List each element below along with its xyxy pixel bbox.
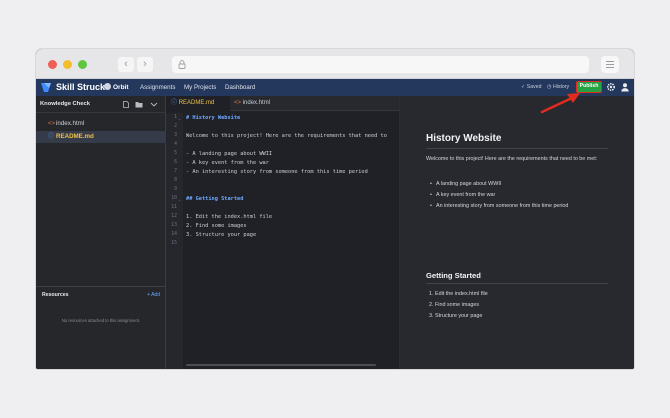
preview-step: 3. Structure your page	[429, 313, 483, 319]
preview-step: 1. Edit the index.html file	[429, 291, 488, 297]
info-icon: ⓘ	[48, 134, 55, 140]
tab-label: README.md	[178, 100, 215, 106]
close-window-button[interactable]	[48, 60, 57, 69]
preview-bullet: A landing page about WWII	[436, 181, 502, 187]
line-number: 12	[171, 214, 177, 219]
menu-icon	[606, 61, 614, 62]
preview-subtitle: Getting Started	[426, 271, 481, 280]
line-number: 7	[174, 169, 177, 174]
preview-bullet: A key event from the war	[436, 192, 496, 198]
code-icon: <>	[48, 121, 56, 127]
file-name: index.html	[56, 120, 85, 127]
minimize-window-button[interactable]	[63, 60, 72, 69]
line-number: 11	[171, 205, 177, 210]
code-line: - An interesting story from someone from…	[186, 169, 368, 175]
code-line: - A landing page about WWII	[186, 151, 273, 157]
fold-chevron-icon[interactable]: ⌄	[178, 116, 181, 121]
file-name: README.md	[56, 133, 94, 140]
editor-tabs: ⓘ README.md <> index.html	[166, 96, 399, 111]
code-editor[interactable]: ⓘ README.md <> index.html 1 ⌄ 2 3 4 5 6 …	[166, 96, 399, 369]
line-number: 5	[174, 151, 177, 156]
preview-bullet: An interesting story from someone from t…	[436, 203, 569, 209]
skill-struck-logo-icon	[41, 83, 51, 92]
horizontal-scrollbar[interactable]	[186, 364, 376, 366]
tab-index-html[interactable]: <> index.html	[234, 96, 294, 111]
browser-toolbar: ‹ ›	[36, 49, 634, 79]
code-line: 1. Edit the index.html file	[186, 214, 273, 220]
line-number: 2	[174, 124, 177, 129]
lock-icon	[178, 60, 186, 69]
code-line: 2. Find some images	[186, 223, 247, 229]
orbit-logo[interactable]: Orbit	[104, 81, 129, 94]
orbit-icon	[104, 83, 111, 90]
line-number: 15	[171, 241, 177, 246]
code-line: - A key event from the war	[186, 160, 269, 166]
resources-title: Resources	[42, 292, 69, 298]
fold-chevron-icon[interactable]: ⌄	[178, 197, 181, 202]
project-title: Knowledge Check	[40, 101, 90, 107]
code-line: # History Website	[186, 115, 241, 121]
tab-label: index.html	[242, 100, 271, 106]
forward-button[interactable]: ›	[137, 57, 153, 72]
browser-menu-button[interactable]	[601, 56, 619, 73]
code-icon: <>	[234, 100, 242, 106]
file-sidebar: Knowledge Check <> index.html ⓘ README.m…	[36, 96, 166, 369]
bullet-icon: •	[430, 203, 432, 209]
user-avatar-icon[interactable]	[620, 82, 630, 92]
file-item-index-html[interactable]: <> index.html	[36, 118, 166, 130]
code-line: ## Getting Started	[186, 196, 244, 202]
line-number-gutter: 1 ⌄ 2 3 4 5 6 7 8 9 10 ⌄ 11 12 13 14 15	[166, 113, 183, 369]
file-item-readme-md[interactable]: ⓘ README.md	[36, 131, 166, 143]
code-line: 3. Structure your page	[186, 232, 257, 238]
add-resource-button[interactable]: + Add	[147, 292, 160, 298]
nav-assignments[interactable]: Assignments	[140, 81, 175, 94]
line-number: 6	[174, 160, 177, 165]
bullet-icon: •	[430, 181, 432, 187]
info-icon: ⓘ	[171, 100, 178, 106]
nav-dashboard[interactable]: Dashboard	[225, 81, 255, 94]
divider	[426, 283, 608, 284]
line-number: 13	[171, 223, 177, 228]
chevron-left-icon: ‹	[124, 58, 128, 70]
line-number: 1	[174, 115, 177, 120]
gear-icon[interactable]	[606, 82, 616, 92]
line-number: 14	[171, 232, 177, 237]
line-number: 9	[174, 187, 177, 192]
address-bar[interactable]	[172, 56, 589, 73]
line-number: 4	[174, 142, 177, 147]
brand-name: Skill Struck	[56, 82, 106, 92]
back-button[interactable]: ‹	[118, 57, 134, 72]
annotation-arrow-icon	[540, 93, 580, 114]
maximize-window-button[interactable]	[78, 60, 87, 69]
chevron-right-icon: ›	[143, 58, 147, 70]
new-folder-icon[interactable]	[135, 101, 143, 108]
resources-empty-message: No resources attached to this assignment…	[61, 318, 141, 323]
divider	[426, 148, 608, 149]
tab-readme-md[interactable]: ⓘ README.md	[166, 96, 230, 111]
preview-intro: Welcome to this project! Here are the re…	[426, 156, 598, 162]
line-number: 3	[174, 133, 177, 138]
line-number: 8	[174, 178, 177, 183]
orbit-label: Orbit	[113, 84, 129, 91]
line-number: 10	[171, 196, 177, 201]
bullet-icon: •	[430, 192, 432, 198]
markdown-preview: History Website Welcome to this project!…	[400, 96, 634, 369]
preview-step: 2. Find some images	[429, 302, 480, 308]
chevron-down-icon[interactable]	[150, 101, 158, 108]
nav-my-projects[interactable]: My Projects	[184, 81, 216, 94]
sidebar-header: Knowledge Check	[36, 96, 166, 113]
new-file-icon[interactable]	[122, 101, 130, 108]
code-line: Welcome to this project! Here are the re…	[186, 133, 387, 139]
preview-title: History Website	[426, 133, 502, 144]
resources-panel: Resources + Add No resources attached to…	[36, 286, 166, 369]
